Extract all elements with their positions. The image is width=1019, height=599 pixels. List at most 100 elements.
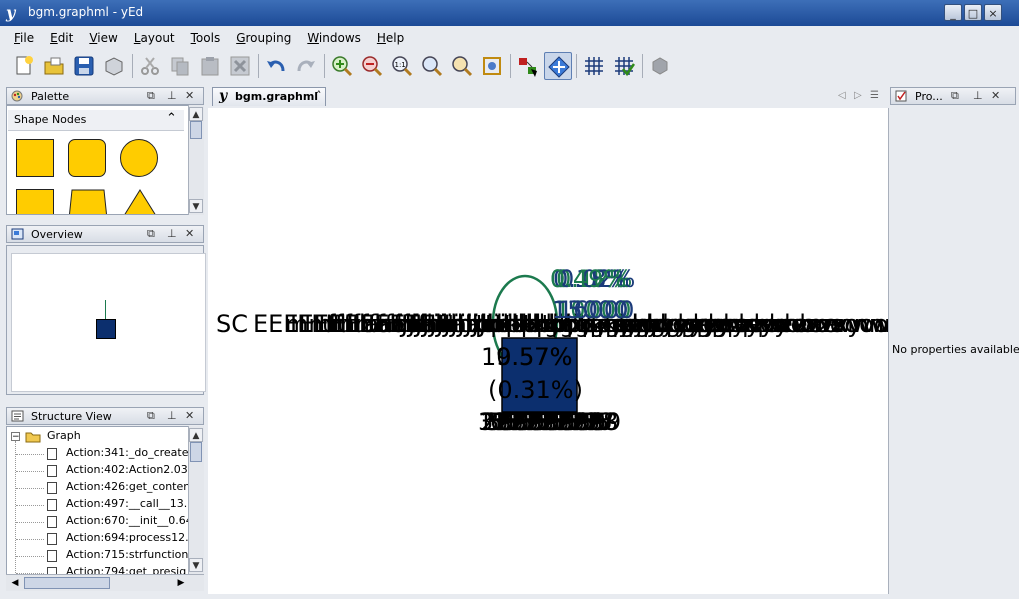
- tab-scroll-right-icon[interactable]: ▷: [854, 90, 862, 101]
- tab-list-icon[interactable]: ☰: [870, 90, 879, 101]
- grid-icon[interactable]: [580, 52, 608, 80]
- open-folder-icon[interactable]: [40, 52, 68, 80]
- parallelogram-shape[interactable]: [16, 189, 54, 214]
- undo-icon[interactable]: [262, 52, 290, 80]
- structure-item[interactable]: Action:341:_do_create: [66, 446, 188, 463]
- scroll-right-icon[interactable]: ▶: [174, 576, 188, 590]
- scroll-up-icon[interactable]: ▲: [189, 107, 203, 121]
- node-label-left: SC: [216, 310, 248, 338]
- graph-canvas[interactable]: EEEEEEEEEEEE IIIIIIIIIIII ffffffffffff aaaa…: [208, 108, 888, 594]
- overview-viewport[interactable]: [11, 253, 206, 392]
- structure-panel-header[interactable]: Structure View ⧉ ⊥ ✕: [6, 407, 204, 425]
- palette-pin-icon[interactable]: ⊥: [167, 89, 177, 102]
- menu-view[interactable]: View: [81, 26, 125, 48]
- palette-scrollbar[interactable]: ▲ ▼: [188, 105, 204, 215]
- shape-nodes-section-header[interactable]: Shape Nodes ⌃: [8, 110, 184, 131]
- palette-panel-header[interactable]: Palette ⧉ ⊥ ✕: [6, 87, 204, 105]
- triangle-shape[interactable]: [120, 189, 160, 214]
- structure-item[interactable]: Action:694:process12.: [66, 531, 188, 548]
- tree-branch-line: [16, 522, 44, 523]
- tree-branch-line: [16, 539, 44, 540]
- structure-close-icon[interactable]: ✕: [185, 409, 194, 422]
- overview-close-icon[interactable]: ✕: [185, 227, 194, 240]
- structure-item[interactable]: Action:402:Action2.039: [66, 463, 188, 480]
- structure-vscrollbar[interactable]: ▲ ▼: [188, 426, 204, 574]
- structure-scroll-down-icon[interactable]: ▼: [189, 558, 203, 572]
- rounded-rectangle-shape[interactable]: [68, 139, 106, 177]
- copy-icon[interactable]: [166, 52, 194, 80]
- menu-grouping[interactable]: Grouping: [228, 26, 299, 48]
- zoom-in-icon[interactable]: [328, 52, 356, 80]
- menu-bar: File Edit View Layout Tools Grouping Win…: [6, 26, 412, 48]
- fit-content-icon[interactable]: [478, 52, 506, 80]
- menu-tools[interactable]: Tools: [183, 26, 229, 48]
- document-tab[interactable]: y bgm.graphml ˄: [212, 87, 326, 106]
- structure-view-icon: [11, 410, 24, 422]
- zoom-area-icon[interactable]: [448, 52, 476, 80]
- no-properties-text: No properties available: [892, 343, 1019, 356]
- palette-close-icon[interactable]: ✕: [185, 89, 194, 102]
- zoom-actual-icon[interactable]: 1:1: [388, 52, 416, 80]
- menu-layout[interactable]: Layout: [126, 26, 183, 48]
- structure-item[interactable]: Action:426:get_conten: [66, 480, 188, 497]
- structure-float-icon[interactable]: ⧉: [147, 409, 155, 423]
- maximize-button[interactable]: □: [964, 4, 982, 21]
- menu-file[interactable]: File: [6, 26, 42, 48]
- close-window-button[interactable]: ×: [984, 4, 1002, 21]
- overview-pin-icon[interactable]: ⊥: [167, 227, 177, 240]
- window-title-bar[interactable]: [0, 0, 1019, 27]
- overview-panel-header[interactable]: Overview ⧉ ⊥ ✕: [6, 225, 204, 243]
- properties-box-icon[interactable]: [100, 52, 128, 80]
- redo-icon[interactable]: [292, 52, 320, 80]
- scroll-thumb[interactable]: [190, 121, 202, 139]
- save-icon[interactable]: [70, 52, 98, 80]
- tree-collapse-icon[interactable]: −: [11, 432, 20, 442]
- snap-grid-icon[interactable]: [610, 52, 638, 80]
- properties-panel-header[interactable]: Pro... ⧉ ⊥ ✕: [890, 87, 1016, 105]
- minimize-button[interactable]: _: [944, 4, 962, 21]
- create-edge-mode-icon[interactable]: [514, 52, 542, 80]
- structure-scroll-up-icon[interactable]: ▲: [189, 428, 203, 442]
- palette-icon: [11, 90, 24, 102]
- properties-float-icon[interactable]: ⧉: [951, 89, 959, 103]
- plugin-icon[interactable]: [646, 52, 674, 80]
- node-document-icon: [47, 516, 57, 528]
- overview-edge: [105, 300, 106, 320]
- rectangle-shape[interactable]: [16, 139, 54, 177]
- tree-root-graph[interactable]: Graph: [47, 429, 81, 446]
- node-document-icon: [47, 550, 57, 562]
- structure-item[interactable]: Action:670:__init__0.64: [66, 514, 188, 531]
- structure-scroll-thumb[interactable]: [190, 442, 202, 462]
- svg-text:1:1: 1:1: [395, 61, 406, 69]
- scroll-left-icon[interactable]: ◀: [8, 576, 22, 590]
- collapse-section-icon[interactable]: ⌃: [166, 111, 177, 126]
- zoom-out-icon[interactable]: [358, 52, 386, 80]
- structure-item[interactable]: Action:497:__call__13.: [66, 497, 188, 514]
- menu-windows[interactable]: Windows: [299, 26, 369, 48]
- palette-float-icon[interactable]: ⧉: [147, 89, 155, 103]
- zoom-icon[interactable]: [418, 52, 446, 80]
- paste-icon[interactable]: [196, 52, 224, 80]
- node-percent-label: 10.57%: [481, 343, 573, 371]
- node-count-label: 33333333: [478, 408, 601, 436]
- structure-item[interactable]: Action:715:strfunction: [66, 548, 188, 565]
- node-document-icon: [47, 499, 57, 511]
- new-document-icon[interactable]: [10, 52, 38, 80]
- ellipse-shape[interactable]: [120, 139, 158, 177]
- cut-icon[interactable]: [136, 52, 164, 80]
- structure-hscrollbar[interactable]: ◀ ▶: [6, 574, 204, 591]
- properties-pin-icon[interactable]: ⊥: [973, 89, 983, 102]
- scroll-down-icon[interactable]: ▼: [189, 199, 203, 213]
- properties-title: Pro...: [915, 90, 943, 103]
- structure-pin-icon[interactable]: ⊥: [167, 409, 177, 422]
- navigate-mode-icon[interactable]: [544, 52, 572, 80]
- tree-guide-line: [15, 441, 17, 573]
- overview-float-icon[interactable]: ⧉: [147, 227, 155, 241]
- menu-edit[interactable]: Edit: [42, 26, 81, 48]
- trapezoid-shape[interactable]: [68, 189, 108, 214]
- delete-icon[interactable]: [226, 52, 254, 80]
- properties-close-icon[interactable]: ✕: [991, 89, 1000, 102]
- tab-scroll-left-icon[interactable]: ◁: [838, 90, 846, 101]
- menu-help[interactable]: Help: [369, 26, 412, 48]
- structure-hscroll-thumb[interactable]: [24, 577, 110, 589]
